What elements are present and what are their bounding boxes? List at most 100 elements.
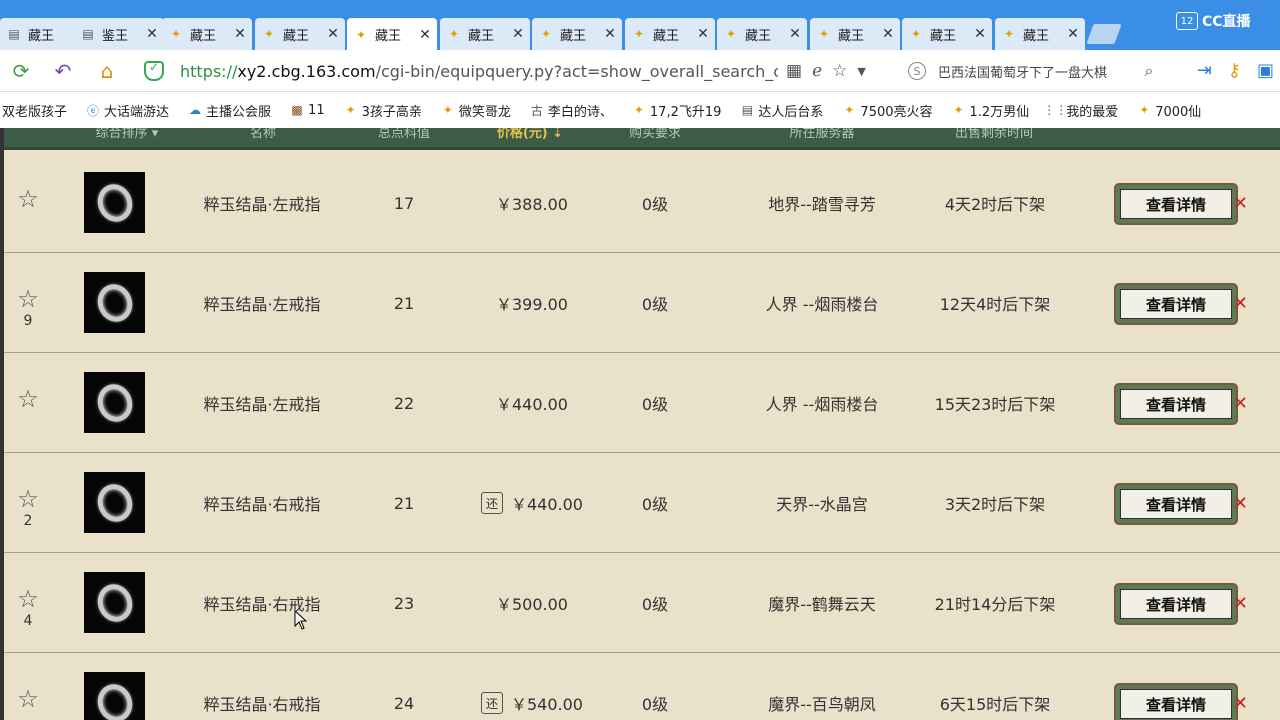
browser-tab[interactable]: ✦ 藏王 ✕ [810, 18, 900, 50]
star-icon[interactable]: ☆ [14, 487, 42, 511]
item-image[interactable] [84, 272, 145, 333]
login-icon[interactable]: ⇥ [1197, 60, 1212, 81]
close-icon[interactable]: ✕ [1067, 26, 1079, 42]
favorite-toggle[interactable]: ☆ [14, 387, 42, 413]
view-details-label: 查看详情 [1120, 389, 1232, 419]
view-details-button[interactable]: 查看详情 ✕ [1114, 483, 1248, 525]
bookmark-icon: 古 [530, 103, 543, 118]
favorite-toggle[interactable]: ☆ [14, 187, 42, 213]
ring-icon [91, 178, 138, 227]
header-requirement: 购买要求 [628, 128, 682, 141]
close-icon[interactable]: ✕ [1233, 493, 1248, 514]
close-icon[interactable]: ✕ [1233, 293, 1248, 314]
bookmark-item[interactable]: ✦ 1.2万男仙 [951, 101, 1030, 120]
bookmark-item[interactable]: ✦ 微笑哥龙 [440, 101, 511, 120]
bookmark-label: 1.2万男仙 [969, 104, 1030, 120]
item-image[interactable] [84, 572, 145, 633]
close-icon[interactable]: ✕ [882, 26, 894, 42]
url-text[interactable]: https://xy2.cbg.163.com/cgi-bin/equipque… [180, 62, 778, 81]
browser-tab[interactable]: ✦ 藏王 ✕ [717, 18, 807, 50]
close-icon[interactable]: ✕ [146, 26, 158, 42]
item-value: 22 [393, 393, 415, 413]
price-text: ￥399.00 [496, 295, 568, 314]
bookmark-item[interactable]: ⓔ 大话端游达 [85, 101, 169, 120]
close-icon[interactable]: ✕ [1233, 693, 1248, 714]
browser-tab[interactable]: ✦ 藏王 ✕ [625, 18, 715, 50]
view-details-button[interactable]: 查看详情 ✕ [1114, 283, 1248, 325]
table-row: ☆ 粹玉结晶·左戒指 17 ￥388.00 0级 地界--踏雪寻芳 4天2时后下… [4, 153, 1280, 253]
cbg-icon: ✦ [818, 27, 830, 41]
bookmark-item[interactable]: ▩ 11 [289, 102, 325, 118]
view-details-button[interactable]: 查看详情 ✕ [1114, 683, 1248, 720]
close-icon[interactable]: ✕ [974, 26, 986, 42]
browser-tab[interactable]: ✦ 藏王 ✕ [162, 18, 252, 50]
ie-mode-icon[interactable]: ℯ [812, 61, 822, 81]
bookmark-item[interactable]: ✦ 3孩子高亲 [343, 101, 422, 120]
favorite-toggle[interactable]: ☆ 2 [14, 487, 42, 529]
close-icon[interactable]: ✕ [512, 26, 524, 42]
star-icon[interactable]: ☆ [14, 687, 42, 711]
favorite-toggle[interactable]: ☆ 9 [14, 287, 42, 329]
item-image[interactable] [84, 672, 145, 720]
item-price: ￥500.00 [496, 553, 568, 653]
star-icon[interactable]: ☆ [14, 287, 42, 311]
cbg-icon: ✦ [540, 27, 552, 41]
item-image[interactable] [84, 172, 145, 233]
browser-tab[interactable]: ✦ 藏王 ✕ [440, 18, 530, 50]
item-requirement: 0级 [641, 295, 669, 314]
favorite-toggle[interactable]: ☆ [14, 687, 42, 713]
bookmark-item[interactable]: 双老版孩子 [2, 101, 67, 120]
qr-code-icon[interactable]: ▦ [786, 61, 802, 81]
browser-tab[interactable]: ✦ 藏王 ✕ [902, 18, 992, 50]
favorite-toggle[interactable]: ☆ 4 [14, 587, 42, 629]
view-details-button[interactable]: 查看详情 ✕ [1114, 183, 1248, 225]
home-icon[interactable]: ⌂ [92, 56, 122, 86]
view-details-button[interactable]: 查看详情 ✕ [1114, 383, 1248, 425]
brand-logo: 12 CC直播 [1176, 8, 1280, 34]
bookmark-item[interactable]: 古李白的诗、 [529, 101, 613, 120]
browser-tab[interactable]: ✦ 藏王 ✕ [995, 18, 1085, 50]
bookmark-item[interactable]: ⋮⋮ 我的最爱 [1043, 101, 1118, 120]
star-icon[interactable]: ☆ [14, 587, 42, 611]
search-box[interactable]: S 巴西法国葡萄牙下了一盘大棋 ⌕ [900, 58, 1162, 84]
browser-tab[interactable]: ▤ 鉴王 ✕ [74, 18, 164, 50]
bookmark-item[interactable]: ▤ 达人后台系 [739, 101, 824, 120]
browser-tab[interactable]: ✦ 藏王 ✕ [532, 18, 622, 50]
back-icon[interactable]: ↶ [48, 56, 78, 86]
close-icon[interactable]: ✕ [1233, 393, 1248, 414]
star-bookmark-icon[interactable]: ☆ [832, 61, 847, 81]
item-image[interactable] [84, 472, 145, 533]
close-icon[interactable]: ✕ [697, 26, 709, 42]
close-icon[interactable]: ✕ [419, 27, 431, 43]
refresh-icon[interactable]: ⟳ [6, 56, 36, 86]
close-icon[interactable]: ✕ [604, 26, 616, 42]
url-box[interactable]: https://xy2.cbg.163.com/cgi-bin/equipque… [144, 56, 889, 86]
star-icon[interactable]: ☆ [14, 387, 42, 411]
browser-tab[interactable]: ✦ 藏王 ✕ [347, 18, 437, 51]
item-image[interactable] [84, 372, 145, 433]
ring-icon [91, 678, 138, 720]
star-icon[interactable]: ☆ [14, 187, 42, 211]
key-icon[interactable]: ⚷ [1228, 60, 1241, 81]
close-icon[interactable]: ✕ [327, 26, 339, 42]
bookmark-label: 7000仙 [1155, 104, 1202, 120]
bookmark-item[interactable]: ☁ 主播公会服 [187, 101, 271, 120]
browser-tab[interactable]: ✦ 藏王 ✕ [255, 18, 345, 50]
bookmark-item[interactable]: ✦ 17,2飞升19 [631, 101, 722, 120]
bookmark-label: 11 [308, 102, 325, 118]
close-icon[interactable]: ✕ [1233, 593, 1248, 614]
close-icon[interactable]: ✕ [789, 26, 801, 42]
header-sort[interactable]: 综合排序 ▾ [96, 128, 159, 141]
close-icon[interactable]: ✕ [234, 26, 246, 42]
view-details-button[interactable]: 查看详情 ✕ [1114, 583, 1248, 625]
close-icon[interactable]: ✕ [1233, 193, 1248, 214]
bookmark-item[interactable]: ✦ 7500亮火容 [841, 101, 932, 120]
search-input[interactable]: 巴西法国葡萄牙下了一盘大棋 [938, 62, 1136, 81]
header-price[interactable]: 价格(元) ⇣ [497, 128, 563, 141]
extension-icon[interactable]: ▣ [1257, 60, 1274, 81]
new-tab-button[interactable] [1086, 24, 1122, 44]
chevron-down-icon[interactable]: ▼ [857, 65, 865, 78]
bookmark-icon: ✦ [844, 103, 855, 117]
bookmark-item[interactable]: ✦ 7000仙 [1136, 101, 1201, 120]
search-icon[interactable]: ⌕ [1136, 61, 1162, 81]
